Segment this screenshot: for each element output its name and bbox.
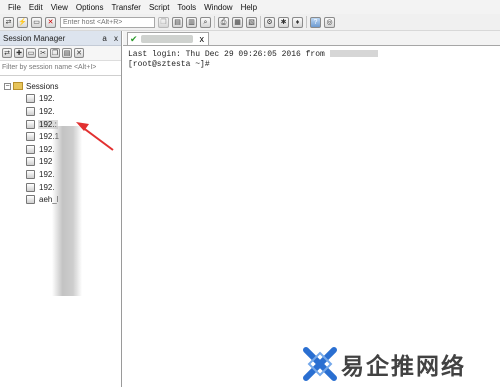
watermark-text: 易企推网络 xyxy=(341,353,466,380)
annotation-arrow xyxy=(76,122,114,151)
watermark-logo-icon xyxy=(303,347,337,381)
arrow-shaft xyxy=(81,126,114,151)
watermark: 易企推网络 xyxy=(303,344,493,384)
